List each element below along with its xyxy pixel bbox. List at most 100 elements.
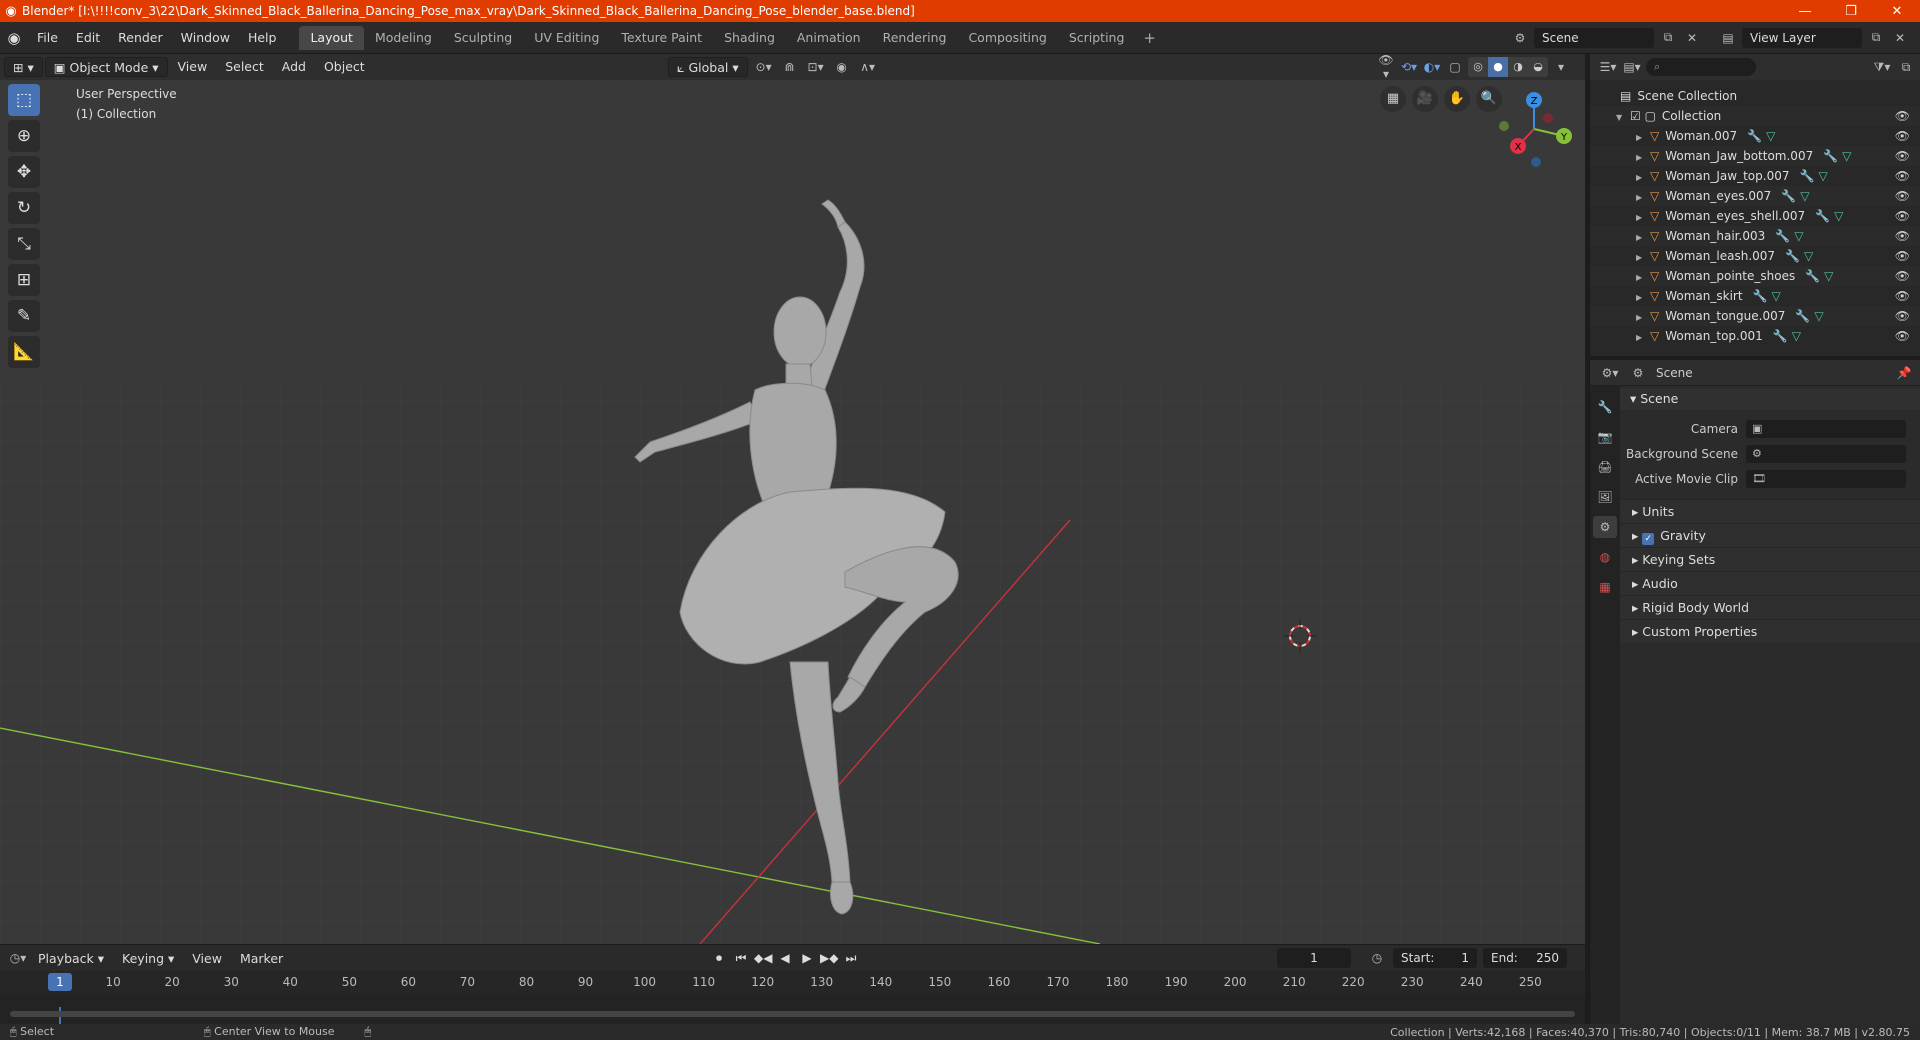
snap-icon[interactable]: ⋒ — [780, 60, 800, 74]
current-frame-indicator[interactable]: 1 — [48, 973, 72, 991]
mesh-data-icon[interactable]: ▽ — [1766, 129, 1775, 143]
wireframe-shading-icon[interactable]: ◎ — [1468, 57, 1488, 77]
visibility-eye-icon[interactable]: 👁 — [1895, 246, 1910, 266]
expand-arrow-icon[interactable]: ▶ — [1636, 328, 1650, 348]
measure-tool-icon[interactable]: 📐 — [8, 336, 40, 368]
expand-arrow-icon[interactable]: ▶ — [1636, 248, 1650, 268]
mesh-data-icon[interactable]: ▽ — [1824, 269, 1833, 283]
pivot-icon[interactable]: ⊙▾ — [754, 60, 774, 74]
prev-keyframe-icon[interactable]: ◆◀ — [754, 951, 772, 966]
mesh-data-icon[interactable]: ▽ — [1834, 209, 1843, 223]
pan-view-icon[interactable]: ✋ — [1444, 86, 1470, 112]
custom-properties-panel[interactable]: ▸ Custom Properties — [1620, 619, 1920, 643]
tab-animation[interactable]: Animation — [786, 26, 872, 50]
shading-options-icon[interactable]: ▾ — [1551, 60, 1571, 74]
output-tab-icon[interactable]: 🖨 — [1593, 456, 1617, 478]
outliner-object-row[interactable]: ▶ ▽ Woman_pointe_shoes 🔧 ▽ 👁 — [1590, 266, 1920, 286]
audio-panel[interactable]: ▸ Audio — [1620, 571, 1920, 595]
jump-end-icon[interactable]: ⏭ — [842, 951, 860, 966]
outliner-object-row[interactable]: ▶ ▽ Woman_skirt 🔧 ▽ 👁 — [1590, 286, 1920, 306]
perspective-toggle-icon[interactable]: ▦ — [1380, 86, 1406, 112]
delete-view-layer-icon[interactable]: ✕ — [1890, 31, 1910, 45]
new-collection-icon[interactable]: ⧉ — [1896, 60, 1916, 75]
outliner-search-input[interactable]: ⌕ — [1646, 58, 1756, 76]
cursor-tool-icon[interactable]: ⊕ — [8, 120, 40, 152]
gizmo-toggle-icon[interactable]: ⟲▾ — [1399, 60, 1419, 74]
current-frame-field[interactable]: 1 — [1277, 948, 1351, 968]
modifier-wrench-icon[interactable]: 🔧 — [1815, 209, 1830, 223]
menu-object[interactable]: Object — [316, 57, 373, 77]
blender-menu-icon[interactable]: ◉ — [0, 29, 28, 47]
tab-sculpting[interactable]: Sculpting — [443, 26, 523, 50]
outliner-object-row[interactable]: ▶ ▽ Woman_Jaw_top.007 🔧 ▽ 👁 — [1590, 166, 1920, 186]
rigid-body-world-panel[interactable]: ▸ Rigid Body World — [1620, 595, 1920, 619]
tab-rendering[interactable]: Rendering — [872, 26, 958, 50]
visibility-eye-icon[interactable]: 👁 — [1895, 186, 1910, 206]
texture-tab-icon[interactable]: ▦ — [1593, 576, 1617, 598]
render-tab-icon[interactable]: 📷 — [1593, 426, 1617, 448]
world-tab-icon[interactable]: ◍ — [1593, 546, 1617, 568]
visibility-eye-icon[interactable]: 👁 — [1895, 146, 1910, 166]
menu-edit[interactable]: Edit — [67, 30, 109, 45]
tab-scripting[interactable]: Scripting — [1058, 26, 1136, 50]
modifier-wrench-icon[interactable]: 🔧 — [1781, 189, 1796, 203]
expand-arrow-icon[interactable]: ▶ — [1636, 268, 1650, 288]
menu-render[interactable]: Render — [109, 30, 172, 45]
camera-view-icon[interactable]: 🎥 — [1412, 86, 1438, 112]
jump-start-icon[interactable]: ⏮ — [732, 951, 750, 966]
mesh-data-icon[interactable]: ▽ — [1794, 229, 1803, 243]
visibility-icon[interactable]: 👁▾ — [1376, 54, 1396, 81]
add-workspace-icon[interactable]: + — [1135, 26, 1164, 50]
expand-arrow-icon[interactable]: ▶ — [1636, 148, 1650, 168]
expand-arrow-icon[interactable]: ▶ — [1636, 128, 1650, 148]
scene-tab-icon[interactable]: ⚙ — [1593, 516, 1617, 538]
expand-arrow-icon[interactable]: ▶ — [1636, 228, 1650, 248]
menu-select[interactable]: Select — [217, 57, 272, 77]
solid-shading-icon[interactable]: ● — [1488, 57, 1508, 77]
end-frame-field[interactable]: End: 250 — [1483, 948, 1567, 968]
play-icon[interactable]: ▶ — [798, 951, 816, 966]
outliner-object-row[interactable]: ▶ ▽ Woman_Jaw_bottom.007 🔧 ▽ 👁 — [1590, 146, 1920, 166]
modifier-wrench-icon[interactable]: 🔧 — [1823, 149, 1838, 163]
keying-sets-panel[interactable]: ▸ Keying Sets — [1620, 547, 1920, 571]
menu-view[interactable]: View — [170, 57, 216, 77]
modifier-wrench-icon[interactable]: 🔧 — [1795, 309, 1810, 323]
mesh-data-icon[interactable]: ▽ — [1772, 289, 1781, 303]
3d-viewport[interactable]: ⊞ ▾ ▣ Object Mode ▾ View Select Add Obje… — [0, 54, 1585, 944]
scene-name-field[interactable]: Scene — [1534, 27, 1654, 48]
timeline-track[interactable] — [0, 995, 1585, 1025]
timeline-editor-type-icon[interactable]: ◷▾ — [8, 951, 28, 965]
navigation-gizmo[interactable]: Z Y X — [1492, 84, 1582, 174]
menu-help[interactable]: Help — [239, 30, 286, 45]
outliner-scene-collection[interactable]: ▤ Scene Collection — [1590, 86, 1920, 106]
preview-range-icon[interactable]: ◷ — [1367, 951, 1387, 965]
scene-section-header[interactable]: ▾ Scene — [1620, 388, 1920, 410]
camera-field[interactable]: ▣ — [1746, 419, 1906, 438]
menu-keying[interactable]: Keying ▾ — [114, 951, 182, 966]
tab-layout[interactable]: Layout — [299, 25, 364, 50]
background-scene-field[interactable]: ⚙ — [1746, 444, 1906, 463]
menu-marker[interactable]: Marker — [232, 951, 291, 966]
falloff-icon[interactable]: ∧▾ — [858, 60, 878, 74]
orientation-dropdown[interactable]: ⟀ Global ▾ — [668, 57, 748, 77]
tab-shading[interactable]: Shading — [713, 26, 786, 50]
display-mode-icon[interactable]: ▤▾ — [1622, 60, 1642, 74]
overlay-toggle-icon[interactable]: ◐▾ — [1422, 60, 1442, 74]
outliner-object-row[interactable]: ▶ ▽ Woman_eyes.007 🔧 ▽ 👁 — [1590, 186, 1920, 206]
visibility-eye-icon[interactable]: 👁 — [1895, 206, 1910, 226]
material-shading-icon[interactable]: ◑ — [1508, 57, 1528, 77]
gravity-panel[interactable]: ▸ ✓ Gravity — [1620, 523, 1920, 547]
tab-texture-paint[interactable]: Texture Paint — [610, 26, 713, 50]
tab-modeling[interactable]: Modeling — [364, 26, 443, 50]
play-reverse-icon[interactable]: ◀ — [776, 951, 794, 966]
view-layer-tab-icon[interactable]: 🖼 — [1593, 486, 1617, 508]
menu-file[interactable]: File — [28, 30, 67, 45]
outliner-object-row[interactable]: ▶ ▽ Woman_hair.003 🔧 ▽ 👁 — [1590, 226, 1920, 246]
expand-arrow-icon[interactable]: ▶ — [1636, 208, 1650, 228]
menu-timeline-view[interactable]: View — [184, 951, 230, 966]
visibility-eye-icon[interactable]: 👁 — [1895, 166, 1910, 186]
modifier-wrench-icon[interactable]: 🔧 — [1775, 229, 1790, 243]
visibility-eye-icon[interactable]: 👁 — [1895, 126, 1910, 146]
rotate-tool-icon[interactable]: ↻ — [8, 192, 40, 224]
visibility-eye-icon[interactable]: 👁 — [1895, 266, 1910, 286]
